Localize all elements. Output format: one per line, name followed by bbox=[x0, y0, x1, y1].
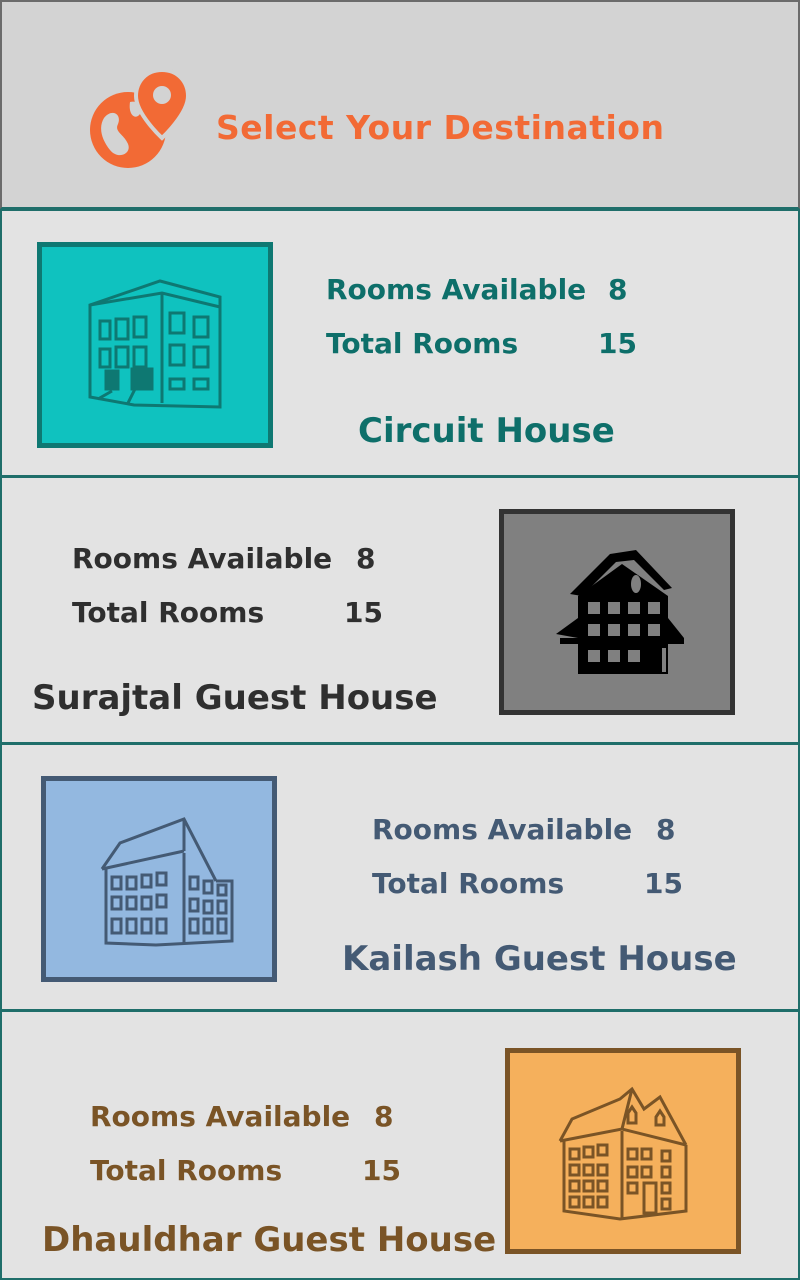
rooms-available-value: 8 bbox=[656, 813, 676, 846]
rooms-available-label: Rooms Available bbox=[72, 542, 333, 575]
destination-image bbox=[499, 509, 735, 715]
building-icon bbox=[88, 279, 222, 409]
total-rooms-value: 15 bbox=[362, 1154, 401, 1187]
destination-name: Circuit House bbox=[358, 411, 615, 451]
house-icon bbox=[556, 550, 684, 674]
map-pin-globe-icon bbox=[90, 68, 191, 168]
rooms-available-value: 8 bbox=[608, 273, 628, 306]
total-rooms-label: Total Rooms bbox=[72, 596, 265, 629]
guest-house-icon bbox=[558, 1086, 688, 1221]
total-rooms-value: 15 bbox=[644, 867, 683, 900]
hotel-icon bbox=[100, 817, 234, 947]
page-title: Select Your Destination bbox=[216, 108, 665, 147]
destination-image bbox=[505, 1048, 741, 1254]
total-rooms-label: Total Rooms bbox=[326, 327, 519, 360]
total-rooms-value: 15 bbox=[598, 327, 637, 360]
destination-card-kailash-guest-house[interactable]: Rooms Available 8 Total Rooms 15 Kailash… bbox=[0, 743, 800, 1011]
rooms-available-value: 8 bbox=[356, 542, 376, 575]
destination-image bbox=[37, 242, 273, 448]
destination-name: Surajtal Guest House bbox=[32, 678, 438, 718]
destination-name: Dhauldhar Guest House bbox=[42, 1220, 497, 1260]
total-rooms-label: Total Rooms bbox=[372, 867, 565, 900]
total-rooms-value: 15 bbox=[344, 596, 383, 629]
rooms-available-value: 8 bbox=[374, 1100, 394, 1133]
total-rooms-label: Total Rooms bbox=[90, 1154, 283, 1187]
rooms-available-label: Rooms Available bbox=[372, 813, 633, 846]
destination-card-surajtal-guest-house[interactable]: Rooms Available 8 Total Rooms 15 Surajta… bbox=[0, 476, 800, 744]
destination-image bbox=[41, 776, 277, 982]
destination-card-dhauldhar-guest-house[interactable]: Rooms Available 8 Total Rooms 15 Dhauldh… bbox=[0, 1010, 800, 1280]
rooms-available-label: Rooms Available bbox=[326, 273, 587, 306]
header-bar: Select Your Destination bbox=[0, 0, 800, 209]
rooms-available-label: Rooms Available bbox=[90, 1100, 351, 1133]
destination-name: Kailash Guest House bbox=[342, 939, 737, 979]
destination-card-circuit-house[interactable]: Rooms Available 8 Total Rooms 15 Circuit… bbox=[0, 209, 800, 477]
